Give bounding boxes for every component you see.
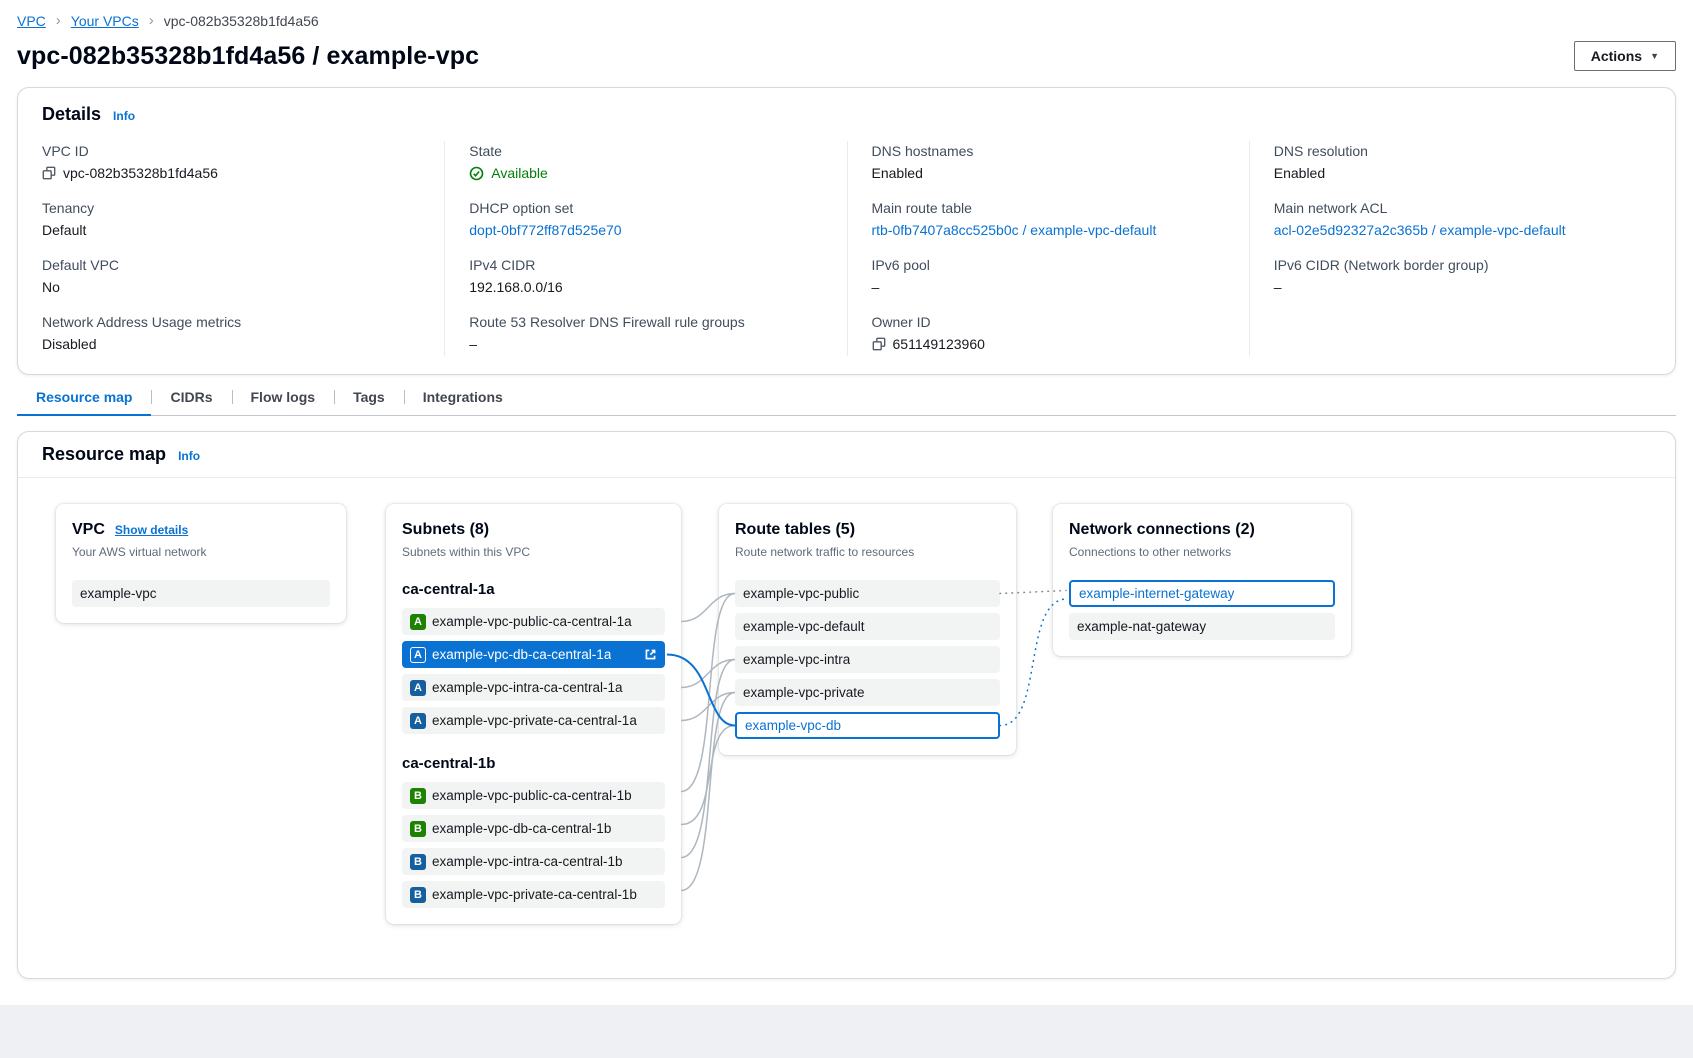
subnet-item-intra-1a[interactable]: A example-vpc-intra-ca-central-1a [402,674,665,701]
status-available-icon [469,166,484,181]
subnets-column-title: Subnets (8) [402,520,489,540]
az-b-badge: B [410,887,426,903]
field-ipv4-cidr: IPv4 CIDR 192.168.0.0/16 [469,255,824,297]
vpc-item[interactable]: example-vpc [72,580,330,607]
route-table-item-private[interactable]: example-vpc-private [735,679,1000,706]
route-table-item-db-highlighted[interactable]: example-vpc-db [735,712,1000,739]
az-b-badge: B [410,821,426,837]
vpc-column-subtitle: Your AWS virtual network [72,544,330,560]
field-state: State Available [469,141,824,183]
field-tenancy: Tenancy Default [42,198,422,240]
field-main-route-table: Main route table rtb-0fb7407a8cc525b0c /… [872,198,1227,240]
tab-cidrs[interactable]: CIDRs [151,379,231,415]
az-a-badge: A [410,713,426,729]
copy-icon[interactable] [872,337,886,351]
breadcrumb: VPC › Your VPCs › vpc-082b35328b1fd4a56 [17,0,1676,29]
tab-bar: Resource map CIDRs Flow logs Tags Integr… [17,379,1676,416]
details-column-3: DNS hostnames Enabled Main route table r… [847,141,1249,356]
subnet-item-intra-1b[interactable]: B example-vpc-intra-ca-central-1b [402,848,665,875]
field-default-vpc: Default VPC No [42,255,422,297]
dhcp-option-set-link[interactable]: dopt-0bf772ff87d525e70 [469,220,621,240]
az-a-badge: A [410,647,426,663]
details-title: Details [42,104,101,125]
subnet-item-db-1b[interactable]: B example-vpc-db-ca-central-1b [402,815,665,842]
field-vpc-id: VPC ID vpc-082b35328b1fd4a56 [42,141,422,183]
vpc-show-details-link[interactable]: Show details [115,523,188,537]
vpc-details-page: VPC › Your VPCs › vpc-082b35328b1fd4a56 … [0,0,1693,1005]
resource-map-header: Resource map Info [18,432,1675,478]
az-a-badge: A [410,614,426,630]
field-dhcp-option-set: DHCP option set dopt-0bf772ff87d525e70 [469,198,824,240]
route-table-item-intra[interactable]: example-vpc-intra [735,646,1000,673]
subnets-column: Subnets (8) Subnets within this VPC ca-c… [386,504,681,924]
route-tables-column-subtitle: Route network traffic to resources [735,544,1000,560]
resource-map-canvas: VPC Show details Your AWS virtual networ… [18,478,1675,978]
breadcrumb-link-vpc[interactable]: VPC [17,13,46,29]
main-network-acl-link[interactable]: acl-02e5d92327a2c365b / example-vpc-defa… [1274,220,1566,240]
network-connections-column: Network connections (2) Connections to o… [1053,504,1351,656]
az-b-badge: B [410,788,426,804]
details-column-4: DNS resolution Enabled Main network ACL … [1249,141,1651,356]
external-link-icon[interactable] [644,648,657,661]
connection-item-internet-gateway-highlighted[interactable]: example-internet-gateway [1069,580,1335,607]
main-route-table-link[interactable]: rtb-0fb7407a8cc525b0c / example-vpc-defa… [872,220,1157,240]
details-column-1: VPC ID vpc-082b35328b1fd4a56 Tenancy Def… [42,141,444,356]
state-value: Available [491,163,548,183]
field-network-address-usage-metrics: Network Address Usage metrics Disabled [42,312,422,354]
tab-integrations[interactable]: Integrations [404,379,522,415]
breadcrumb-separator-icon: › [149,12,154,29]
field-route53-dns-firewall-rule-groups: Route 53 Resolver DNS Firewall rule grou… [469,312,824,354]
connection-item-nat-gateway[interactable]: example-nat-gateway [1069,613,1335,640]
az-group-title-ca-central-1b: ca-central-1b [402,754,665,774]
subnet-item-public-1b[interactable]: B example-vpc-public-ca-central-1b [402,782,665,809]
az-a-badge: A [410,680,426,696]
field-ipv6-pool: IPv6 pool – [872,255,1227,297]
subnet-item-public-1a[interactable]: A example-vpc-public-ca-central-1a [402,608,665,635]
details-info-link[interactable]: Info [113,109,135,123]
page-title: vpc-082b35328b1fd4a56 / example-vpc [17,42,479,71]
network-connections-column-subtitle: Connections to other networks [1069,544,1335,560]
actions-button[interactable]: Actions ▼ [1574,41,1676,71]
breadcrumb-current: vpc-082b35328b1fd4a56 [164,13,319,29]
vpc-id-value: vpc-082b35328b1fd4a56 [63,163,218,183]
breadcrumb-link-your-vpcs[interactable]: Your VPCs [71,13,139,29]
subnets-column-subtitle: Subnets within this VPC [402,544,665,560]
caret-down-icon: ▼ [1650,51,1659,61]
route-tables-column: Route tables (5) Route network traffic t… [719,504,1016,755]
owner-id-value: 651149123960 [893,334,985,354]
az-b-badge: B [410,854,426,870]
copy-icon[interactable] [42,166,56,180]
details-header: Details Info [18,88,1675,131]
route-table-item-default[interactable]: example-vpc-default [735,613,1000,640]
details-column-2: State Available DHCP option set dopt-0bf… [444,141,846,356]
subnet-item-private-1b[interactable]: B example-vpc-private-ca-central-1b [402,881,665,908]
breadcrumb-separator-icon: › [56,12,61,29]
details-panel: Details Info VPC ID vpc-082b35328b1fd4a5… [17,87,1676,375]
page-header: vpc-082b35328b1fd4a56 / example-vpc Acti… [17,41,1676,71]
tab-tags[interactable]: Tags [334,379,404,415]
resource-map-panel: Resource map Info [17,431,1676,979]
subnet-item-private-1a[interactable]: A example-vpc-private-ca-central-1a [402,707,665,734]
field-dns-resolution: DNS resolution Enabled [1274,141,1629,183]
resource-map-info-link[interactable]: Info [178,449,200,463]
field-dns-hostnames: DNS hostnames Enabled [872,141,1227,183]
details-grid: VPC ID vpc-082b35328b1fd4a56 Tenancy Def… [18,131,1675,374]
route-table-item-public[interactable]: example-vpc-public [735,580,1000,607]
az-group-title-ca-central-1a: ca-central-1a [402,580,665,600]
vpc-column: VPC Show details Your AWS virtual networ… [56,504,346,623]
route-tables-column-title: Route tables (5) [735,520,855,540]
subnet-item-db-1a-selected[interactable]: A example-vpc-db-ca-central-1a [402,641,665,668]
tab-resource-map[interactable]: Resource map [17,379,151,415]
field-ipv6-cidr: IPv6 CIDR (Network border group) – [1274,255,1629,297]
tab-flow-logs[interactable]: Flow logs [232,379,335,415]
resource-map-title: Resource map [42,444,166,465]
vpc-column-title: VPC [72,520,105,540]
network-connections-column-title: Network connections (2) [1069,520,1255,540]
actions-button-label: Actions [1591,48,1642,64]
field-owner-id: Owner ID 651149123960 [872,312,1227,354]
field-main-network-acl: Main network ACL acl-02e5d92327a2c365b /… [1274,198,1629,240]
